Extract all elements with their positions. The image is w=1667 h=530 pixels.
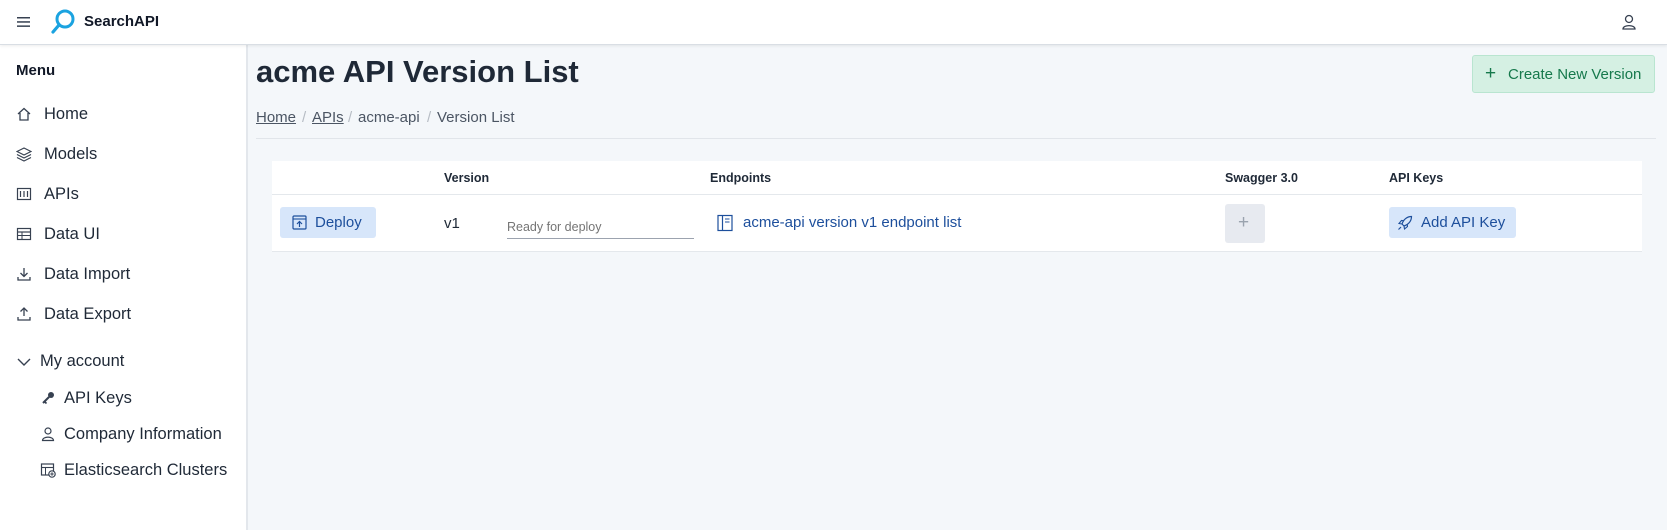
version-value: v1: [444, 215, 460, 232]
deploy-label: Deploy: [315, 214, 362, 231]
sidebar-item-data-export[interactable]: Data Export: [0, 297, 246, 331]
sidebar-item-label: Data Import: [44, 265, 131, 283]
book-icon: [717, 214, 733, 232]
rocket-icon: [1397, 215, 1413, 231]
sidebar-item-label: API Keys: [64, 389, 132, 407]
sidebar-item-apis[interactable]: APIs: [0, 177, 246, 211]
plus-icon: +: [1485, 63, 1497, 84]
user-icon: [41, 427, 55, 442]
table-header: Version Endpoints Swagger 3.0 API Keys: [272, 161, 1642, 195]
version-table: Version Endpoints Swagger 3.0 API Keys D…: [272, 161, 1642, 252]
plus-icon: +: [1238, 212, 1250, 233]
user-icon[interactable]: [1620, 13, 1638, 31]
upload-icon: [17, 307, 31, 321]
table-row: Deploy v1 acme-api version v1 endpoint l…: [272, 195, 1642, 252]
sidebar-item-label: Models: [44, 145, 98, 163]
my-account-label: My account: [40, 352, 125, 370]
breadcrumb-current-api: acme-api: [358, 109, 420, 126]
menu-title: Menu: [16, 62, 56, 79]
sidebar-item-api-keys[interactable]: API Keys: [0, 381, 246, 415]
sidebar-item-home[interactable]: Home: [0, 97, 246, 131]
download-icon: [17, 268, 31, 281]
breadcrumb-separator: /: [348, 109, 353, 126]
breadcrumb-separator: /: [427, 109, 432, 126]
column-header-api-keys: API Keys: [1389, 171, 1444, 185]
create-new-version-button[interactable]: + Create New Version: [1472, 55, 1655, 93]
endpoint-list-label: acme-api version v1 endpoint list: [743, 214, 962, 231]
search-icon: [51, 9, 75, 34]
add-api-key-label: Add API Key: [1421, 214, 1506, 231]
deploy-button[interactable]: Deploy: [280, 207, 376, 238]
sidebar-item-label: Home: [44, 105, 89, 123]
column-header-endpoints: Endpoints: [710, 171, 772, 185]
chevron-down-icon: [17, 358, 31, 366]
page-title: acme API Version List: [256, 54, 579, 89]
sidebar: Menu Home Models APIs Data UI Data Impor…: [0, 45, 248, 530]
layers-icon: [16, 147, 32, 162]
breadcrumb-home[interactable]: Home: [256, 109, 296, 126]
sidebar-item-label: Company Information: [64, 425, 222, 443]
sidebar-item-label: Data Export: [44, 305, 132, 323]
sidebar-item-data-ui[interactable]: Data UI: [0, 217, 246, 251]
sidebar-item-label: Data UI: [44, 225, 100, 243]
sidebar-item-elasticsearch-clusters[interactable]: Elasticsearch Clusters: [0, 453, 246, 487]
add-api-key-button[interactable]: Add API Key: [1389, 207, 1516, 238]
sidebar-item-data-import[interactable]: Data Import: [0, 257, 246, 291]
create-new-version-label: Create New Version: [1508, 66, 1642, 83]
breadcrumb-separator: /: [302, 109, 307, 126]
my-account-toggle[interactable]: My account: [0, 344, 246, 378]
brand-name: SearchAPI: [84, 13, 160, 30]
sidebar-item-company-information[interactable]: Company Information: [0, 417, 246, 451]
top-bar: SearchAPI: [0, 0, 1667, 45]
hamburger-icon[interactable]: [16, 14, 32, 30]
column-header-version: Version: [444, 171, 490, 185]
add-swagger-button[interactable]: +: [1225, 204, 1265, 243]
column-header-swagger: Swagger 3.0: [1225, 171, 1298, 185]
breadcrumb-apis[interactable]: APIs: [312, 109, 344, 126]
cluster-icon: [40, 463, 56, 478]
deploy-icon: [292, 215, 307, 230]
api-icon: [16, 187, 32, 201]
home-icon: [17, 107, 31, 121]
deploy-status-input[interactable]: [507, 207, 694, 239]
header-divider: [256, 138, 1656, 139]
sidebar-item-label: Elasticsearch Clusters: [64, 461, 228, 479]
sidebar-item-models[interactable]: Models: [0, 137, 246, 171]
key-icon: [42, 392, 54, 405]
breadcrumb-version-list: Version List: [437, 109, 515, 126]
sidebar-item-label: APIs: [44, 185, 79, 203]
table-icon: [16, 227, 32, 241]
